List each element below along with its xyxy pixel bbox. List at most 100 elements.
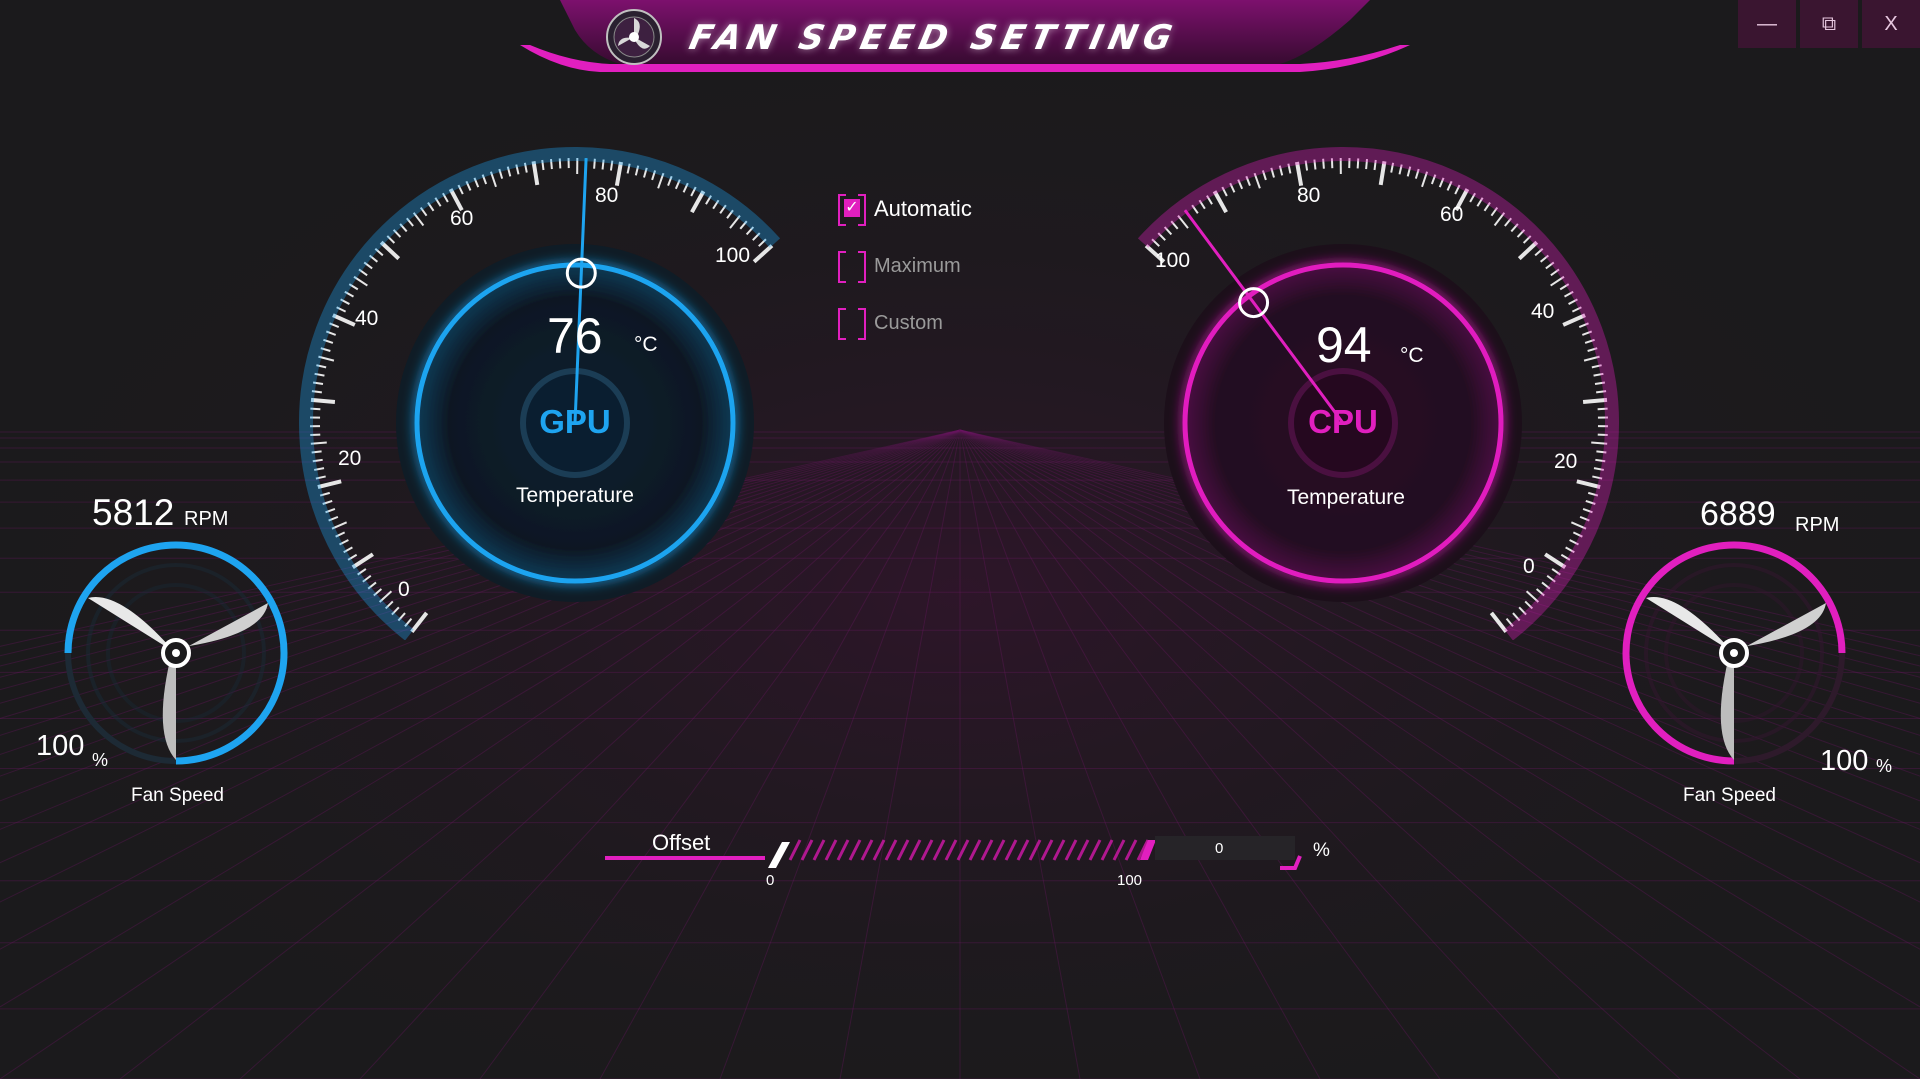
- tick-mark: [1212, 190, 1228, 214]
- check-icon: ✓: [844, 199, 860, 217]
- offset-slider-handle[interactable]: [768, 842, 790, 868]
- slider-hatch: [980, 839, 994, 861]
- cpu-scale-0: 0: [1523, 555, 1535, 578]
- gpu-scale-20: 20: [338, 447, 362, 470]
- offset-slider[interactable]: [600, 826, 1320, 876]
- tick-mark: [531, 160, 540, 186]
- restore-button[interactable]: ⧉: [1800, 0, 1858, 48]
- mode-custom-label: Custom: [874, 311, 943, 334]
- gpu-chip-label: GPU: [539, 403, 611, 440]
- mode-automatic-label: Automatic: [874, 196, 972, 221]
- slider-hatch: [1064, 839, 1078, 861]
- cpu-temperature-unit: °C: [1400, 344, 1424, 367]
- slider-hatch: [884, 839, 898, 861]
- minimize-button[interactable]: —: [1738, 0, 1796, 48]
- tick-mark: [752, 244, 774, 264]
- cpu-fan-speed-label: Fan Speed: [1683, 785, 1776, 806]
- tick-mark: [614, 161, 623, 187]
- tick-mark: [310, 397, 336, 404]
- slider-hatch: [956, 839, 970, 861]
- tick-mark: [1517, 240, 1539, 261]
- slider-hatch: [1088, 839, 1102, 861]
- slider-hatch: [1004, 839, 1018, 861]
- gpu-scale-60: 60: [450, 207, 474, 230]
- cpu-fan-rpm: 6889: [1700, 495, 1776, 533]
- mode-custom[interactable]: Custom: [838, 308, 943, 340]
- tick-mark: [317, 479, 342, 490]
- checkbox-custom[interactable]: [838, 308, 866, 340]
- gpu-scale-80: 80: [595, 184, 619, 207]
- gpu-fan-gauge: [64, 541, 288, 765]
- cpu-scale-40: 40: [1531, 300, 1555, 323]
- slider-hatch: [1076, 839, 1090, 861]
- checkbox-maximum[interactable]: [838, 251, 866, 283]
- gpu-fan-rpm-unit: RPM: [184, 508, 229, 530]
- tick-mark: [379, 240, 401, 261]
- minimize-icon: —: [1757, 12, 1777, 35]
- offset-value-input[interactable]: 0: [1215, 840, 1223, 857]
- slider-hatch: [812, 839, 826, 861]
- slider-hatch: [1124, 839, 1138, 861]
- offset-min-label: 0: [766, 872, 775, 889]
- cpu-scale-80: 80: [1297, 184, 1321, 207]
- checkbox-automatic[interactable]: ✓: [838, 194, 866, 226]
- restore-icon: ⧉: [1821, 12, 1837, 35]
- tick-mark: [332, 313, 356, 327]
- offset-unit: %: [1313, 840, 1330, 861]
- slider-hatch: [920, 839, 934, 861]
- cpu-fan-gauge: [1622, 541, 1846, 765]
- slider-hatch: [848, 839, 862, 861]
- page-title: FAN SPEED SETTING: [685, 18, 1182, 58]
- cpu-temperature-value: 94: [1316, 317, 1372, 373]
- mode-automatic[interactable]: ✓ Automatic: [838, 194, 972, 226]
- close-button[interactable]: X: [1862, 0, 1920, 48]
- mode-maximum[interactable]: Maximum: [838, 251, 961, 283]
- tick-mark: [1562, 313, 1586, 327]
- slider-hatch: [992, 839, 1006, 861]
- slider-hatch: [860, 839, 874, 861]
- cpu-fan-rpm-unit: RPM: [1795, 514, 1840, 536]
- gpu-fan-speed-label: Fan Speed: [131, 785, 224, 806]
- gpu-scale-100: 100: [715, 244, 751, 267]
- slider-hatch: [824, 839, 838, 861]
- tick-mark: [1378, 160, 1387, 186]
- slider-hatch: [1040, 839, 1054, 861]
- gpu-temperature-label: Temperature: [516, 484, 634, 507]
- slider-hatch: [1112, 839, 1126, 861]
- slider-hatch: [932, 839, 946, 861]
- slider-hatch: [944, 839, 958, 861]
- tick-mark: [1489, 611, 1508, 634]
- slider-hatch: [896, 839, 910, 861]
- cpu-fan-percent-unit: %: [1876, 756, 1893, 776]
- gpu-temperature-unit: °C: [634, 333, 658, 356]
- slider-hatch: [872, 839, 886, 861]
- slider-hatch: [908, 839, 922, 861]
- slider-hatch: [1100, 839, 1114, 861]
- close-icon: X: [1884, 12, 1898, 35]
- gpu-fan-percent-unit: %: [92, 750, 109, 770]
- tick-mark: [1582, 397, 1608, 404]
- cpu-scale-60: 60: [1440, 203, 1464, 226]
- slider-hatch: [1052, 839, 1066, 861]
- tick-mark: [1576, 479, 1601, 490]
- cpu-fan-percent: 100: [1820, 745, 1869, 777]
- cpu-scale-100: 100: [1155, 249, 1191, 272]
- cpu-temperature-gauge: [1137, 147, 1619, 640]
- slider-hatch: [836, 839, 850, 861]
- gpu-fan-percent: 100: [36, 730, 85, 762]
- slider-hatch: [800, 839, 814, 861]
- gpu-scale-40: 40: [355, 307, 379, 330]
- offset-max-label: 100: [1117, 872, 1143, 889]
- gpu-temperature-gauge: [299, 147, 781, 640]
- gpu-scale-0: 0: [398, 578, 410, 601]
- slider-hatch: [968, 839, 982, 861]
- gpu-fan-rpm: 5812: [92, 492, 175, 533]
- tick-mark: [690, 190, 706, 214]
- cpu-scale-20: 20: [1554, 450, 1578, 473]
- slider-hatch: [1016, 839, 1030, 861]
- slider-hatch: [1028, 839, 1042, 861]
- slider-hatch: [788, 839, 802, 861]
- tick-mark: [1295, 161, 1304, 187]
- app-logo-icon: [605, 8, 663, 66]
- gpu-temperature-value: 76: [547, 308, 603, 364]
